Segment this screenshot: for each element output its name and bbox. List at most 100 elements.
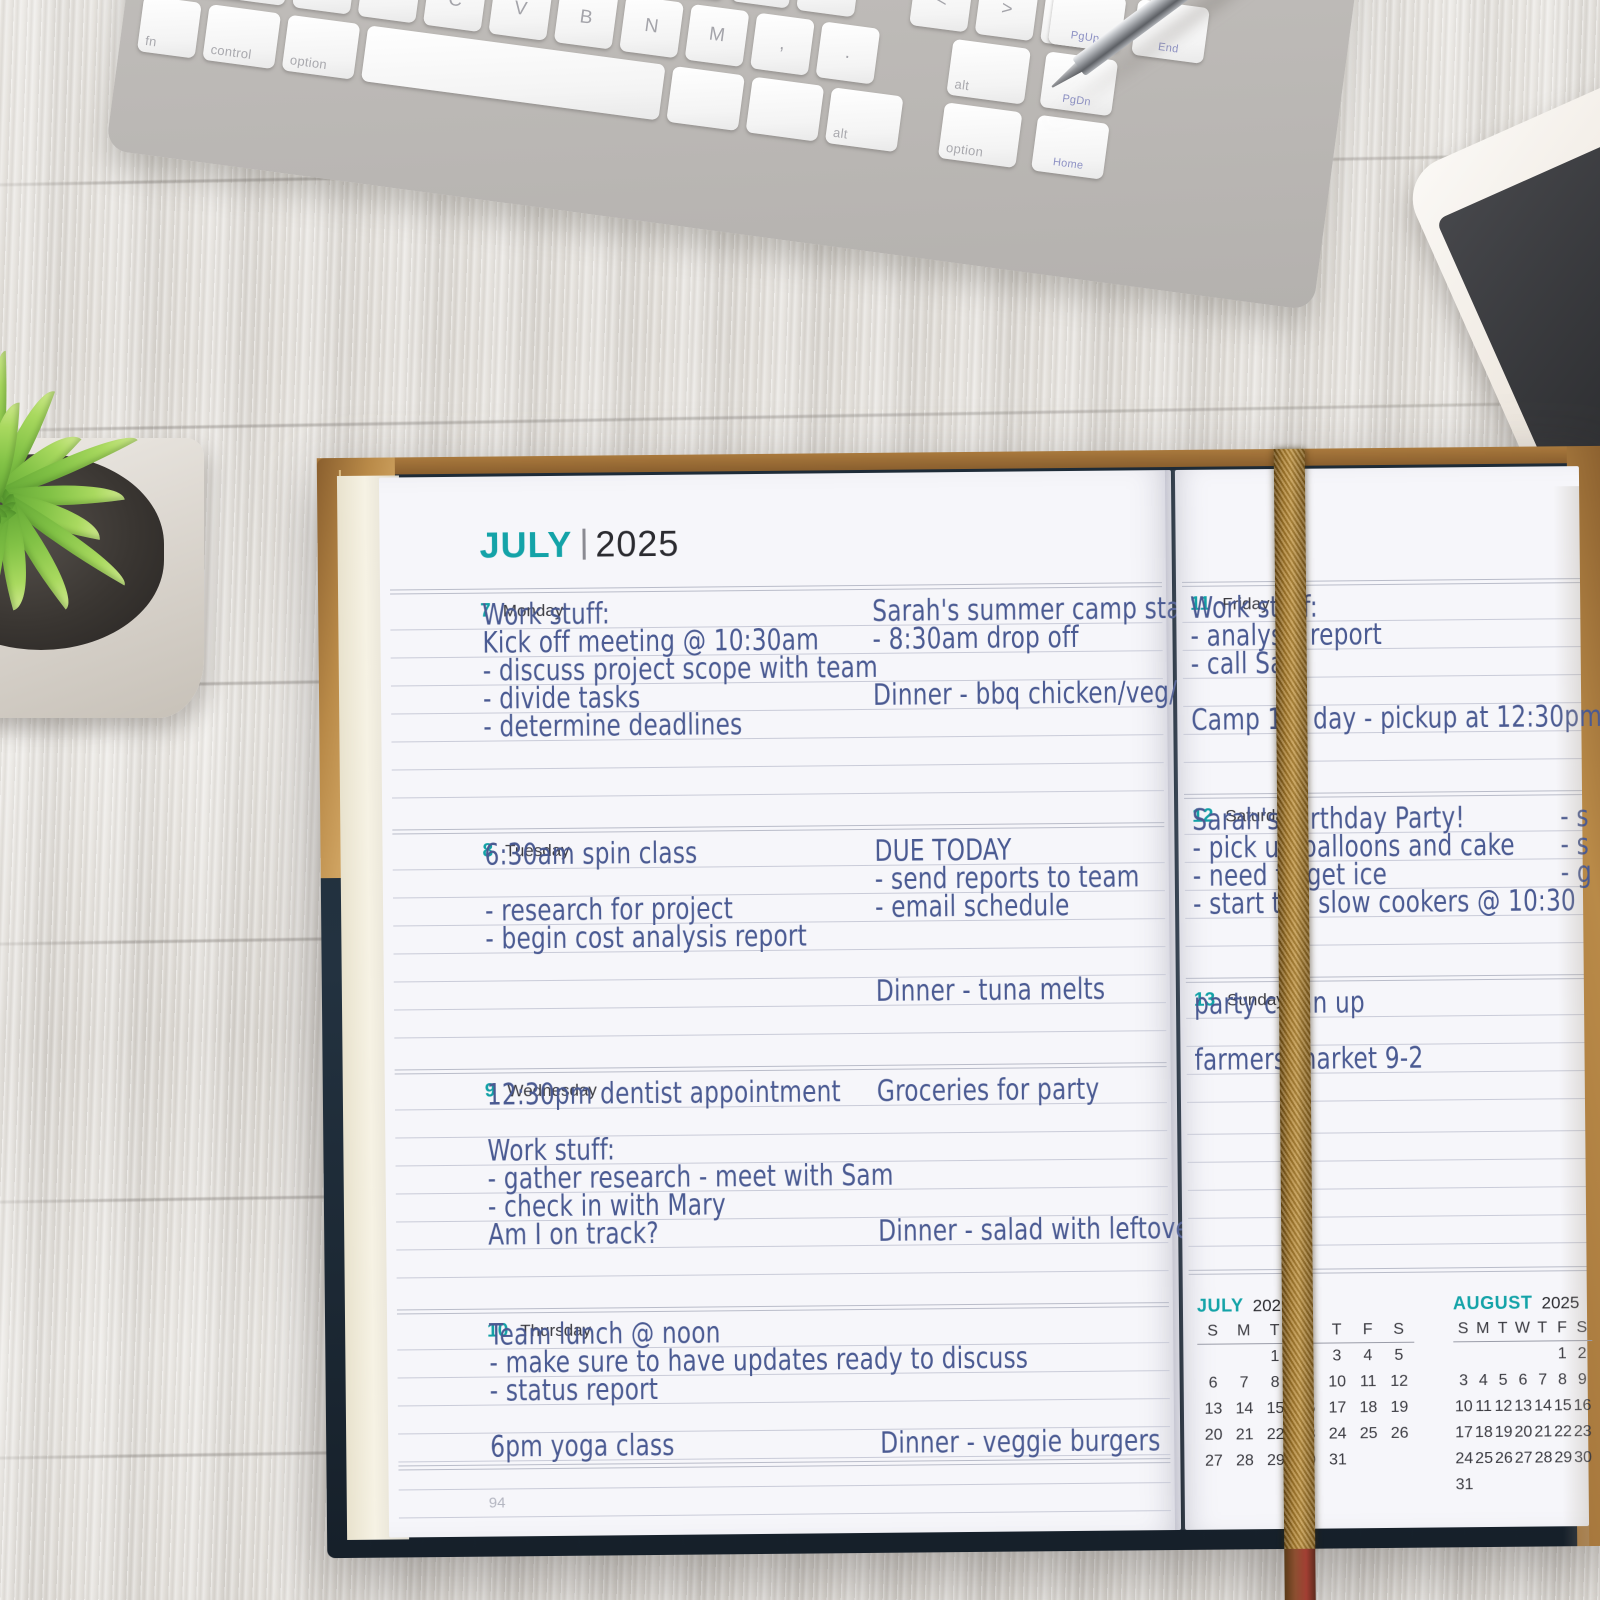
key-option-far-right[interactable]: option — [937, 102, 1023, 169]
mini-calendar-day[interactable]: 27 — [1198, 1449, 1229, 1475]
potted-succulent-plant — [0, 290, 264, 740]
key-n[interactable]: N — [619, 0, 685, 59]
writing-line — [398, 1510, 1171, 1519]
writing-line — [1183, 758, 1582, 763]
mini-calendar-day[interactable]: 6 — [1513, 1368, 1533, 1394]
mini-calendar-day[interactable]: 17 — [1454, 1420, 1474, 1446]
mini-calendar-day[interactable]: 14 — [1229, 1396, 1260, 1422]
mini-calendar-day[interactable]: 5 — [1383, 1342, 1414, 1369]
mini-calendar-day — [1384, 1447, 1415, 1473]
key-fn[interactable]: fn — [136, 0, 202, 59]
mini-calendar-day[interactable]: 31 — [1455, 1472, 1475, 1498]
mini-calendar-day[interactable]: 21 — [1229, 1422, 1260, 1448]
planner-left-page[interactable]: JULY 2025 7 Monday Work stuff: Sarah's summer… — [378, 470, 1297, 1538]
mini-calendar-day[interactable]: 12 — [1384, 1369, 1415, 1395]
key-z[interactable]: Z — [292, 0, 357, 15]
key-x[interactable]: X — [357, 0, 423, 24]
key-m[interactable]: M — [684, 3, 750, 68]
open-planner-book[interactable]: JULY 2025 7 Monday Work stuff: Sarah's summer… — [316, 445, 1600, 1600]
writing-line — [1185, 942, 1584, 947]
key-option-right[interactable] — [745, 76, 825, 142]
key-k[interactable]: K — [730, 0, 796, 9]
day-separator — [392, 822, 1165, 835]
key-b[interactable]: B — [553, 0, 619, 50]
mini-calendar-day[interactable]: 17 — [1322, 1395, 1353, 1421]
mini-calendar-day[interactable]: 3 — [1321, 1343, 1352, 1370]
mini-calendar-day[interactable]: 13 — [1513, 1394, 1533, 1420]
mini-calendar-day — [1453, 1342, 1473, 1369]
key-label: fn — [144, 32, 158, 50]
mini-calendar-day — [1228, 1344, 1259, 1371]
mini-calendar-day[interactable]: 10 — [1322, 1369, 1353, 1395]
mini-calendar-day — [1493, 1341, 1513, 1368]
key-l[interactable]: L — [796, 0, 862, 18]
key-comma[interactable]: , — [750, 12, 815, 76]
mini-calendar-day[interactable]: 18 — [1353, 1395, 1384, 1421]
day-separator — [1181, 578, 1581, 587]
mini-calendar-day — [1532, 1341, 1552, 1368]
mini-calendar-day[interactable]: 24 — [1454, 1446, 1474, 1472]
mini-calendar-day[interactable]: 18 — [1474, 1420, 1494, 1446]
mini-calendar-day[interactable]: 26 — [1384, 1421, 1415, 1447]
writing-line — [396, 1270, 1169, 1279]
mini-calendar-day[interactable]: 10 — [1454, 1394, 1474, 1420]
mini-calendar-day[interactable]: 6 — [1198, 1371, 1229, 1397]
mini-calendar-day[interactable]: 24 — [1322, 1421, 1353, 1447]
key-label: alt — [953, 76, 971, 94]
month-label: JULY — [479, 523, 573, 566]
key-v[interactable]: V — [488, 0, 554, 41]
key-alt-right[interactable]: alt — [946, 38, 1031, 105]
mini-calendar-day[interactable]: 27 — [1514, 1446, 1534, 1472]
key-label: X — [360, 0, 420, 7]
entry-left: - status report — [489, 1372, 659, 1408]
key-label: L — [798, 0, 858, 1]
mini-calendar-day[interactable]: 19 — [1494, 1420, 1514, 1446]
key-label: alt — [832, 124, 849, 142]
mini-calendar-day[interactable]: 7 — [1533, 1367, 1553, 1393]
key-command-right[interactable] — [666, 66, 745, 132]
mini-calendar-day[interactable]: 31 — [1322, 1447, 1353, 1473]
weekday-header: T — [1321, 1318, 1353, 1344]
key-label: V — [513, 0, 529, 21]
mini-calendar-day[interactable]: 7 — [1229, 1370, 1260, 1396]
mini-calendar-day[interactable]: 25 — [1353, 1421, 1384, 1447]
key-alt[interactable]: alt — [824, 87, 904, 153]
mini-calendar-day — [1353, 1447, 1384, 1473]
mini-calendar-day[interactable]: 26 — [1494, 1446, 1514, 1472]
mini-calendar-day[interactable]: 20 — [1513, 1420, 1533, 1446]
mini-calendar-day[interactable]: 11 — [1353, 1369, 1384, 1395]
writing-line — [394, 1030, 1167, 1039]
mini-calendar-day[interactable]: 4 — [1473, 1368, 1493, 1394]
mini-calendar-day[interactable]: 14 — [1533, 1393, 1553, 1419]
mini-calendar-day[interactable]: 20 — [1198, 1423, 1229, 1449]
mini-calendar-day[interactable]: 5 — [1493, 1368, 1513, 1394]
planner-right-page[interactable]: 11 Friday Work stuff: - analysis report - ca… — [1174, 466, 1600, 1547]
entry-right: Dinner - tuna melts — [875, 972, 1106, 1008]
writing-line — [1186, 1098, 1585, 1103]
mini-calendar-day[interactable]: 4 — [1352, 1343, 1383, 1370]
mini-calendar-day[interactable]: 13 — [1198, 1397, 1229, 1423]
key-c[interactable]: C — [422, 0, 488, 33]
mini-calendar-day — [1514, 1472, 1534, 1498]
weekday-header: W — [1512, 1316, 1533, 1342]
mini-calendar-day[interactable]: 25 — [1474, 1446, 1494, 1472]
mini-calendar-day — [1513, 1341, 1533, 1368]
key-label: N — [643, 14, 661, 38]
mini-calendar-day[interactable]: 11 — [1474, 1394, 1494, 1420]
entry-left: - determine deadlines — [483, 707, 743, 744]
weekday-header: T — [1492, 1316, 1513, 1342]
key-period[interactable]: . — [815, 21, 881, 85]
mini-calendar-day[interactable]: 19 — [1384, 1395, 1415, 1421]
calendar-separator — [1188, 1266, 1587, 1275]
mini-calendar-day[interactable]: 3 — [1454, 1368, 1474, 1394]
mini-calendar-day[interactable]: 28 — [1229, 1448, 1260, 1474]
key-greater-than[interactable]: > — [974, 0, 1040, 42]
key-option[interactable]: option — [281, 14, 361, 80]
mini-calendar-day[interactable]: 12 — [1493, 1394, 1513, 1420]
mini-calendar-day[interactable]: 21 — [1533, 1419, 1553, 1445]
key-label: Home — [1052, 156, 1085, 173]
writing-line — [392, 790, 1164, 799]
key-control[interactable]: control — [202, 4, 282, 70]
key-less-than[interactable]: < — [909, 0, 975, 33]
mini-calendar-day[interactable]: 28 — [1533, 1445, 1553, 1471]
